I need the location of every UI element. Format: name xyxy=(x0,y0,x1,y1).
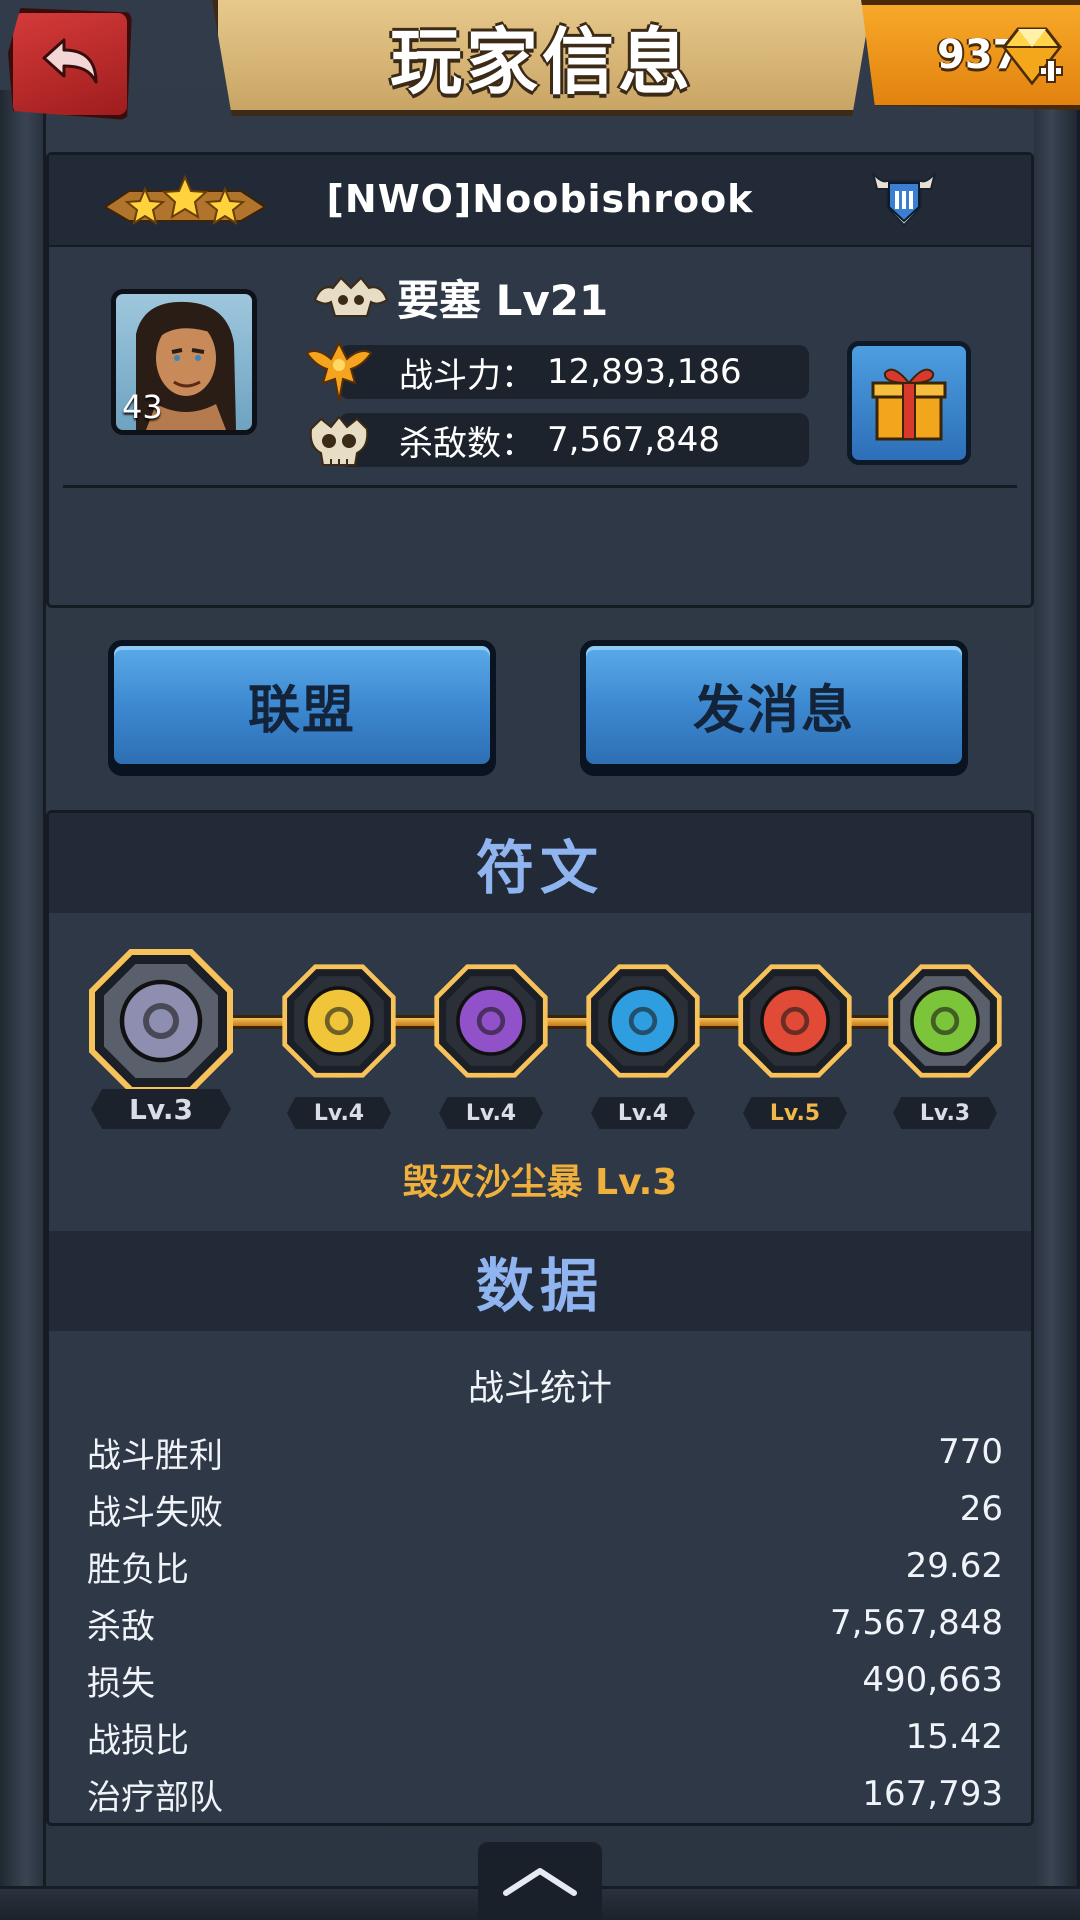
gift-box-icon xyxy=(871,368,947,441)
stat-label: 治疗部队 xyxy=(87,1777,223,1818)
power-label: 战斗力： xyxy=(399,355,535,396)
fortress-row: 要塞 Lv21 xyxy=(311,267,608,328)
rune-slot-4[interactable] xyxy=(584,962,702,1080)
stat-value: 167,793 xyxy=(862,1774,1003,1814)
runes-title: 符文 xyxy=(475,834,604,902)
rock-border-left xyxy=(0,90,46,1910)
stat-row: 战损比 15.42 xyxy=(87,1712,1003,1762)
send-message-button[interactable]: 发消息 xyxy=(580,640,968,770)
name-bar: [NWO]Noobishrook xyxy=(49,155,1031,247)
rank-shield-icon xyxy=(872,172,936,227)
hammer-rune-icon xyxy=(738,964,852,1078)
rune-slot-1[interactable] xyxy=(86,946,236,1096)
rune-level-3: Lv.4 xyxy=(439,1097,543,1129)
rune-level-2: Lv.4 xyxy=(287,1097,391,1129)
page-title: 玩家信息 xyxy=(389,19,694,104)
stat-row: 战斗胜利 770 xyxy=(87,1427,1003,1477)
stat-row: 战斗失败 26 xyxy=(87,1484,1003,1534)
gem-counter[interactable]: 937 xyxy=(861,0,1080,110)
stat-value: 29.62 xyxy=(905,1546,1003,1586)
stats-title: 数据 xyxy=(475,1252,604,1320)
info-panel: 符文 Lv.3 Lv.4 Lv.4 Lv.4 Lv.5 Lv.3 毁灭沙尘暴 Lv.3 数… xyxy=(46,810,1034,1826)
selected-rune-caption: 毁灭沙尘暴 Lv.3 xyxy=(402,1162,678,1203)
gear-rune-icon xyxy=(282,964,396,1078)
send-message-button-label: 发消息 xyxy=(692,680,855,741)
power-pill: 战斗力： 12,893,186 xyxy=(305,340,809,402)
gem-plus-icon xyxy=(1001,27,1063,86)
rune-slot-6[interactable] xyxy=(886,962,1004,1080)
sun-rune-icon xyxy=(888,964,1002,1078)
stat-label: 胜负比 xyxy=(87,1549,189,1590)
kills-pill: 杀敌数： 7,567,848 xyxy=(309,413,809,467)
power-value: 12,893,186 xyxy=(547,352,742,392)
phoenix-power-icon xyxy=(305,340,373,402)
stat-label: 损失 xyxy=(87,1663,155,1704)
scroll-up-button[interactable] xyxy=(478,1842,602,1920)
rune-slot-3[interactable] xyxy=(432,962,550,1080)
stat-label: 战斗胜利 xyxy=(87,1435,223,1476)
rune-level-6: Lv.3 xyxy=(893,1097,997,1129)
stat-value: 490,663 xyxy=(862,1660,1003,1700)
kills-label: 杀敌数： xyxy=(399,423,535,464)
title-banner: 玩家信息 xyxy=(212,0,872,116)
battle-stats-subtitle: 战斗统计 xyxy=(467,1368,612,1409)
back-arrow-icon xyxy=(42,38,98,84)
skull-kills-icon xyxy=(309,415,369,466)
stat-row: 杀敌 7,567,848 xyxy=(87,1598,1003,1648)
stat-value: 770 xyxy=(938,1432,1003,1472)
stat-value: 26 xyxy=(959,1489,1003,1529)
chevron-up-icon xyxy=(503,1868,577,1896)
profile-divider xyxy=(63,485,1017,488)
stat-label: 战损比 xyxy=(87,1720,189,1761)
sand-triangle-rune-icon xyxy=(89,949,233,1093)
rock-border-right xyxy=(1034,90,1080,1910)
rune-level-5: Lv.5 xyxy=(743,1097,847,1129)
stats-header: 数据 xyxy=(49,1231,1031,1331)
rune-slot-2[interactable] xyxy=(280,962,398,1080)
rune-level-4: Lv.4 xyxy=(591,1097,695,1129)
stat-row: 治疗部队 167,793 xyxy=(87,1769,1003,1819)
stat-row: 损失 490,663 xyxy=(87,1655,1003,1705)
profile-panel: [NWO]Noobishrook 43 要塞 Lv21 战斗力： 12,893,… xyxy=(46,152,1034,608)
stat-value: 7,567,848 xyxy=(829,1603,1003,1643)
alliance-button-label: 联盟 xyxy=(247,680,356,741)
screen-frame: 玩家信息 937 [NWO]Noobishrook 43 要塞 Lv21 战斗力… xyxy=(0,0,1080,1920)
alliance-button[interactable]: 联盟 xyxy=(108,640,496,770)
star-rune-icon xyxy=(586,964,700,1078)
back-button[interactable] xyxy=(8,8,132,120)
fortress-skull-icon xyxy=(313,276,389,317)
runes-header: 符文 xyxy=(49,813,1031,913)
stat-label: 战斗失败 xyxy=(87,1492,223,1533)
gift-button[interactable] xyxy=(847,341,971,465)
lightning-rune-icon xyxy=(434,964,548,1078)
fortress-level: 要塞 Lv21 xyxy=(397,276,609,325)
avatar-level: 43 xyxy=(122,388,163,426)
rune-level-1: Lv.3 xyxy=(91,1089,231,1129)
stat-value: 15.42 xyxy=(905,1717,1003,1757)
rune-slot-5[interactable] xyxy=(736,962,854,1080)
stat-label: 杀敌 xyxy=(87,1606,155,1647)
player-avatar[interactable]: 43 xyxy=(111,289,257,435)
stat-row: 胜负比 29.62 xyxy=(87,1541,1003,1591)
kills-value: 7,567,848 xyxy=(547,420,721,460)
